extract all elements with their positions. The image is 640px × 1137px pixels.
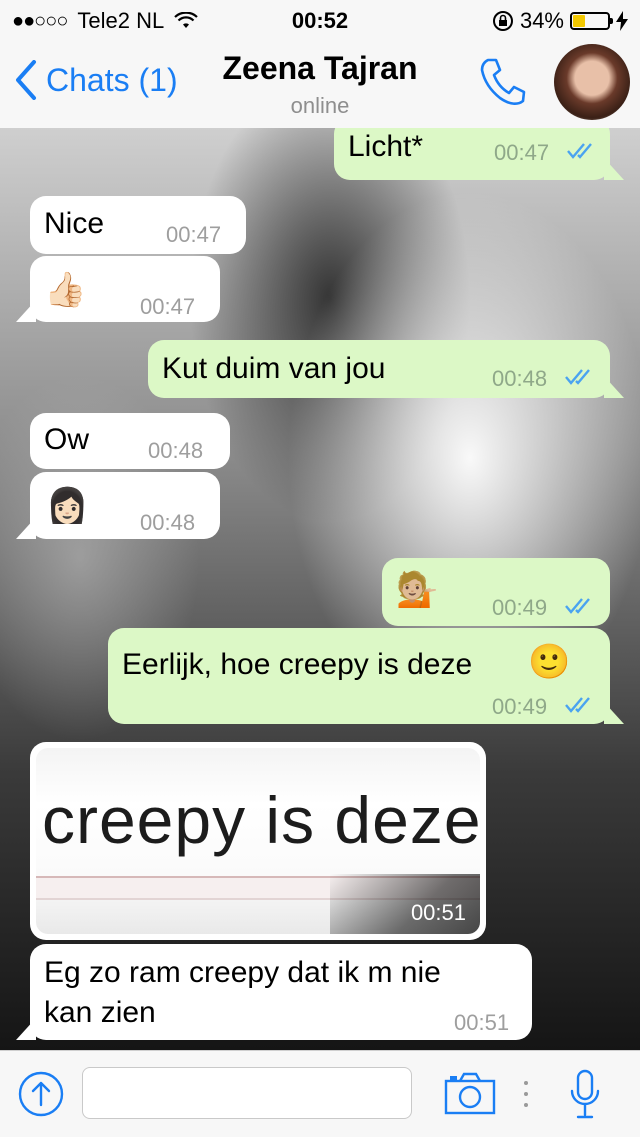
bubble-tail <box>16 1018 36 1040</box>
phone-icon <box>480 58 526 105</box>
read-receipt-icon <box>567 143 592 159</box>
message-text-line1: Eg zo ram creepy dat ik m nie <box>44 956 441 989</box>
microphone-icon[interactable] <box>568 1069 602 1121</box>
message-text-line2: kan zien <box>44 996 156 1029</box>
message-time: 00:51 <box>454 1010 510 1035</box>
message-incoming[interactable]: Eg zo ram creepy dat ik m nie kan zien 0… <box>16 944 532 1040</box>
bubble-tail <box>604 376 624 398</box>
message-time: 00:47 <box>166 222 222 247</box>
bubble-tail <box>604 158 624 180</box>
message-time: 00:49 <box>492 694 548 719</box>
more-dots-icon <box>524 1081 528 1107</box>
read-receipt-icon <box>565 697 590 713</box>
message-incoming[interactable]: 👩🏻 00:48 <box>16 472 220 539</box>
message-incoming[interactable]: 👍🏻 00:47 <box>16 256 220 322</box>
woman-emoji: 👩🏻 <box>46 487 89 525</box>
message-outgoing[interactable]: 💁🏼 00:49 <box>382 558 610 626</box>
bubble-tail <box>604 702 624 724</box>
compose-bar <box>0 1050 640 1137</box>
message-time: 00:51 <box>410 900 466 925</box>
message-time: 00:48 <box>148 438 204 463</box>
message-time: 00:49 <box>492 595 548 620</box>
message-input[interactable] <box>82 1067 412 1119</box>
message-list[interactable]: Licht* 00:47 Nice 00:47 👍🏻 00:47 Kut dui… <box>0 128 640 1050</box>
message-incoming[interactable]: Ow 00:48 <box>30 413 230 469</box>
message-incoming[interactable]: Nice 00:47 <box>30 196 246 254</box>
message-time: 00:47 <box>494 140 550 165</box>
bubble-tail <box>16 300 36 322</box>
bubble-tail <box>16 517 36 539</box>
battery-icon <box>570 12 613 30</box>
contact-info[interactable]: Zeena Tajran online <box>0 50 640 119</box>
camera-icon[interactable] <box>444 1071 496 1115</box>
message-time: 00:48 <box>492 366 548 391</box>
status-bar: ●●○○○ Tele2 NL 00:52 34% <box>0 0 640 40</box>
image-thumbnail[interactable]: creepy is deze 00:51 <box>36 748 480 934</box>
image-message[interactable]: creepy is deze 00:51 <box>30 742 486 940</box>
chat-header: Chats (1) Zeena Tajran online <box>0 40 640 129</box>
read-receipt-icon <box>565 369 590 385</box>
contact-name: Zeena Tajran <box>222 50 418 86</box>
message-time: 00:48 <box>140 510 196 535</box>
charging-bolt-icon <box>616 11 628 31</box>
contact-avatar[interactable] <box>554 44 630 120</box>
message-outgoing[interactable]: Kut duim van jou 00:48 <box>148 340 624 398</box>
image-caption-text: creepy is deze <box>42 783 480 857</box>
message-outgoing[interactable]: Eerlijk, hoe creepy is deze 🙂 00:49 <box>108 628 624 724</box>
message-text: Nice <box>44 207 105 240</box>
message-time: 00:47 <box>140 294 196 319</box>
share-upload-icon[interactable] <box>18 1071 64 1117</box>
slightly-smiling-emoji: 🙂 <box>528 643 571 681</box>
message-text: Licht* <box>348 130 424 163</box>
message-text: Kut duim van jou <box>162 352 386 385</box>
information-desk-person-emoji: 💁🏼 <box>396 571 439 609</box>
message-text: Eerlijk, hoe creepy is deze <box>122 648 473 681</box>
read-receipt-icon <box>565 598 590 614</box>
call-button[interactable] <box>478 56 526 113</box>
rotation-lock-icon <box>492 11 513 31</box>
thumbs-up-emoji: 👍🏻 <box>44 271 87 309</box>
presence-status: online <box>290 93 350 118</box>
message-text: Ow <box>44 423 89 456</box>
message-outgoing[interactable]: Licht* 00:47 <box>334 128 624 180</box>
battery-percentage: 34% <box>519 8 564 33</box>
